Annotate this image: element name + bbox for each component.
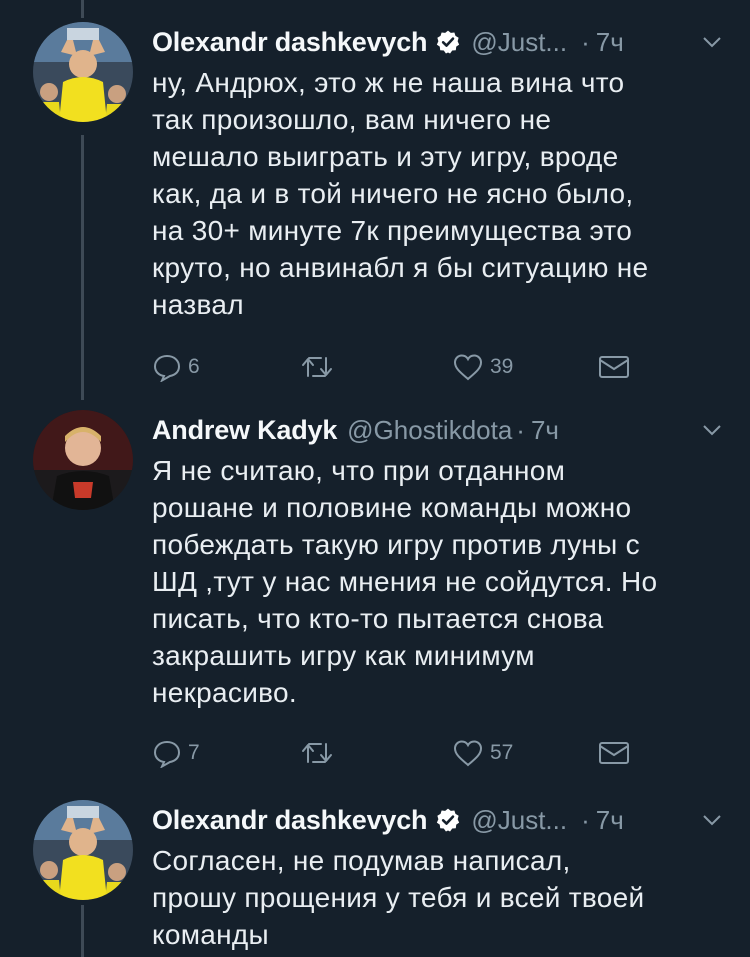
tweet-text-line: так произошло, вам ничего не [152, 104, 552, 135]
avatar[interactable] [33, 22, 133, 122]
author-handle[interactable]: @Just... [471, 27, 567, 58]
reply-count: 7 [188, 741, 200, 764]
avatar[interactable] [33, 410, 133, 510]
tweet-time[interactable]: 7ч [531, 415, 559, 446]
retweet-icon [302, 357, 332, 377]
like-count: 57 [490, 741, 514, 764]
tweet[interactable]: Andrew Kadyk @Ghostikdota · 7ч Я не счит… [0, 410, 750, 780]
author-name[interactable]: Olexandr dashkevych [152, 805, 428, 836]
chevron-down-icon[interactable] [700, 418, 724, 442]
chevron-down-icon[interactable] [700, 30, 724, 54]
tweet-text-line: Согласен, не подумав написал, [152, 845, 571, 876]
reply-button[interactable]: 7 [152, 738, 200, 768]
verified-badge-icon [437, 808, 460, 832]
heart-icon [453, 354, 483, 381]
tweet-text-line: на 30+ минуте 7к преимущества это [152, 215, 633, 246]
author-handle[interactable]: @Just... [471, 805, 567, 836]
tweet-text-line: как, да и в той ничего не ясно было, [152, 178, 634, 209]
tweet-text-line: некрасиво. [152, 677, 297, 708]
tweet-text-line: Я не считаю, что при отданном [152, 455, 566, 486]
like-button[interactable]: 57 [452, 738, 513, 768]
heart-icon [453, 740, 483, 767]
author-name[interactable]: Andrew Kadyk [152, 415, 337, 446]
retweet-icon [302, 743, 332, 763]
tweet-header: Olexandr dashkevych @Just... · 7ч [152, 800, 624, 840]
tweet-text: Согласен, не подумав написал, прошу прощ… [152, 842, 722, 953]
separator-dot: · [581, 26, 590, 57]
tweet-text-line: круто, но анвинабл я бы ситуацию не [152, 252, 649, 283]
tweet-header: Olexandr dashkevych @Just... · 7ч [152, 22, 624, 62]
tweet-text-line: мешало выиграть и эту игру, вроде [152, 141, 619, 172]
tweet-text: ну, Андрюх, это ж не наша вина что так п… [152, 64, 722, 323]
tweet-text-line: назвал [152, 289, 244, 320]
envelope-icon [599, 356, 629, 378]
tweet-text-line: писать, что кто-то пытается снова [152, 603, 604, 634]
avatar[interactable] [33, 800, 133, 900]
tweet-text: Я не считаю, что при отданном рошане и п… [152, 452, 722, 711]
separator-dot: · [581, 804, 590, 835]
tweet[interactable]: Olexandr dashkevych @Just... · 7ч Соглас… [0, 800, 750, 957]
tweet-time[interactable]: 7ч [596, 805, 624, 836]
chevron-down-icon[interactable] [700, 808, 724, 832]
tweet-header: Andrew Kadyk @Ghostikdota · 7ч [152, 410, 559, 450]
verified-badge-icon [437, 30, 460, 54]
author-name[interactable]: Olexandr dashkevych [152, 27, 428, 58]
tweet-text-line: команды [152, 919, 269, 950]
retweet-button[interactable] [299, 352, 341, 382]
thread-line-top [81, 0, 84, 18]
reply-button[interactable]: 6 [152, 352, 200, 382]
retweet-button[interactable] [299, 738, 341, 768]
envelope-icon [599, 742, 629, 764]
separator-dot: · [516, 414, 525, 445]
tweet-text-line: ШД ,тут у нас мнения не сойдутся. Но [152, 566, 658, 597]
tweet-text-line: закрашить игру как минимум [152, 640, 535, 671]
like-button[interactable]: 39 [452, 352, 513, 382]
reply-count: 6 [188, 355, 200, 378]
tweet-time[interactable]: 7ч [596, 27, 624, 58]
like-count: 39 [490, 355, 514, 378]
tweet-actions: 6 39 [152, 352, 642, 386]
tweet-text-line: ну, Андрюх, это ж не наша вина что [152, 67, 625, 98]
tweet-text-line: рошане и половине команды можно [152, 492, 632, 523]
reply-icon [153, 740, 181, 768]
author-handle[interactable]: @Ghostikdota [347, 415, 512, 446]
tweet-actions: 7 57 [152, 738, 642, 772]
message-button[interactable] [597, 352, 631, 382]
message-button[interactable] [597, 738, 631, 768]
tweet-text-line: прошу прощения у тебя и всей твоей [152, 882, 645, 913]
reply-icon [153, 354, 181, 382]
tweet-text-line: побеждать такую игру против луны с [152, 529, 640, 560]
tweet[interactable]: Olexandr dashkevych @Just... · 7ч ну, Ан… [0, 22, 750, 392]
